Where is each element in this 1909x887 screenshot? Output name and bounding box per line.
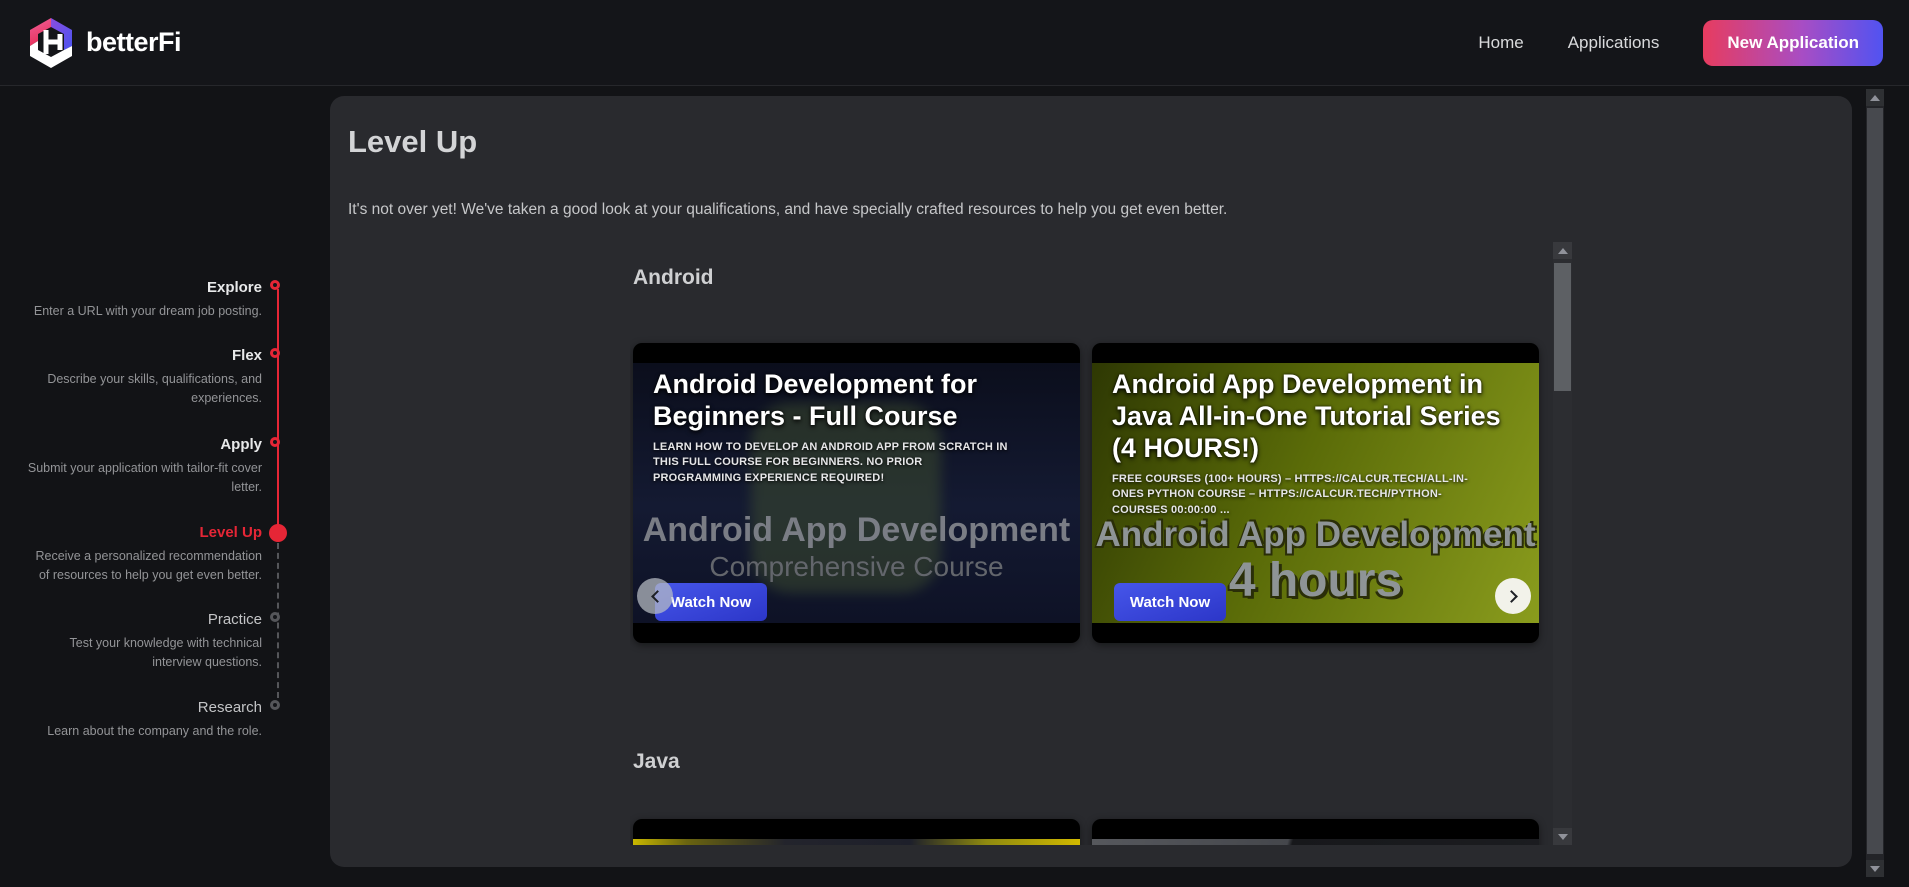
step-apply[interactable]: Apply Submit your application with tailo… — [22, 436, 262, 498]
card-content: Android Development for Beginners - Full… — [633, 343, 1080, 643]
step-label: Practice — [207, 611, 262, 628]
card-content: Learn Java in 14 Minutes (seriously) FUL… — [1092, 819, 1539, 845]
brand[interactable]: betterFi — [26, 16, 182, 70]
nav-applications[interactable]: Applications — [1568, 33, 1660, 53]
scrollbar-thumb[interactable] — [1554, 263, 1571, 391]
step-dot-explore[interactable] — [270, 280, 280, 290]
section-title-java: Java — [633, 750, 680, 773]
step-dot-apply[interactable] — [270, 437, 280, 447]
scrollbar-thumb[interactable] — [1867, 108, 1883, 854]
watch-now-button[interactable]: Watch Now — [1114, 583, 1226, 621]
step-label: Apply — [220, 436, 262, 453]
card-title: Android Development for Beginners - Full… — [653, 369, 978, 431]
step-dot-flex[interactable] — [270, 348, 280, 358]
step-explore[interactable]: Explore Enter a URL with your dream job … — [22, 279, 262, 321]
page-subtitle: It's not over yet! We've taken a good lo… — [348, 201, 1228, 218]
step-practice[interactable]: Practice Test your knowledge with techni… — [22, 611, 262, 673]
step-level-up[interactable]: Level Up Receive a personalized recommen… — [22, 524, 262, 586]
card-title: Android App Development in Java All-in-O… — [1112, 369, 1501, 463]
resources-scroll-area[interactable]: Android Android App Development Comprehe… — [630, 240, 1572, 845]
scroll-down-button[interactable] — [1866, 860, 1884, 877]
step-dot-level-up[interactable] — [269, 524, 287, 542]
step-flex[interactable]: Flex Describe your skills, qualification… — [22, 347, 262, 409]
step-research[interactable]: Research Learn about the company and the… — [22, 699, 262, 741]
step-label: Flex — [231, 347, 262, 364]
java-carousel: JAVA Java Tutorial for Beginners JAVA TU… — [630, 819, 1572, 845]
step-desc: Describe your skills, qualifications, an… — [47, 372, 262, 406]
resource-card-android-2[interactable]: Android App Development 4 hours Android … — [1092, 343, 1539, 643]
chevron-left-icon — [650, 589, 664, 603]
step-desc: Test your knowledge with technical inter… — [69, 636, 262, 670]
brand-name: betterFi — [86, 27, 182, 57]
progress-stepper: Explore Enter a URL with your dream job … — [0, 0, 330, 801]
stepper-line-completed — [277, 289, 279, 533]
app: betterFi Home Applications New Applicati… — [0, 0, 1909, 887]
new-application-button[interactable]: New Application — [1703, 19, 1883, 66]
card-content: Java Tutorial for Beginners JAVA TUTORIA… — [633, 819, 1080, 845]
step-desc: Enter a URL with your dream job posting. — [33, 304, 262, 318]
card-description: FREE COURSES (100+ HOURS) – HTTPS://CALC… — [1112, 472, 1468, 516]
step-label: Explore — [206, 279, 262, 296]
android-carousel: Android App Development Comprehensive Co… — [630, 343, 1572, 643]
chevron-right-icon — [1504, 589, 1518, 603]
scroll-up-button[interactable] — [1553, 242, 1572, 259]
header: betterFi Home Applications New Applicati… — [0, 0, 1909, 86]
scroll-down-button[interactable] — [1553, 828, 1572, 845]
step-label: Research — [197, 699, 262, 716]
brand-logo-icon — [26, 16, 76, 70]
step-desc: Receive a personalized recommendation of… — [35, 549, 262, 583]
step-dot-practice[interactable] — [270, 612, 280, 622]
resources-scrollbar[interactable] — [1553, 242, 1572, 845]
resource-card-android-1[interactable]: Android App Development Comprehensive Co… — [633, 343, 1080, 643]
step-desc: Submit your application with tailor-fit … — [27, 461, 262, 495]
arrow-up-icon — [1557, 247, 1568, 254]
carousel-prev-button[interactable] — [637, 578, 673, 614]
page-title: Level Up — [348, 124, 478, 159]
step-dot-research[interactable] — [270, 700, 280, 710]
header-nav: Home Applications New Application — [1478, 19, 1883, 66]
carousel-next-button[interactable] — [1495, 578, 1531, 614]
arrow-down-icon — [1557, 833, 1568, 840]
card-description: LEARN HOW TO DEVELOP AN ANDROID APP FROM… — [653, 440, 1008, 484]
resource-card-java-2[interactable]: Learn Java in 14 Minutes (seriously) FUL… — [1092, 819, 1539, 845]
step-label: Level Up — [199, 524, 262, 541]
card-content: Android App Development in Java All-in-O… — [1092, 343, 1539, 643]
resource-card-java-1[interactable]: JAVA Java Tutorial for Beginners JAVA TU… — [633, 819, 1080, 845]
level-up-panel: Level Up It's not over yet! We've taken … — [330, 96, 1852, 867]
arrow-up-icon — [1870, 94, 1880, 101]
section-title-android: Android — [633, 266, 714, 289]
nav-home[interactable]: Home — [1478, 33, 1523, 53]
arrow-down-icon — [1870, 865, 1880, 872]
scroll-up-button[interactable] — [1866, 89, 1884, 106]
step-desc: Learn about the company and the role. — [47, 724, 262, 738]
page-scrollbar[interactable] — [1866, 89, 1884, 877]
